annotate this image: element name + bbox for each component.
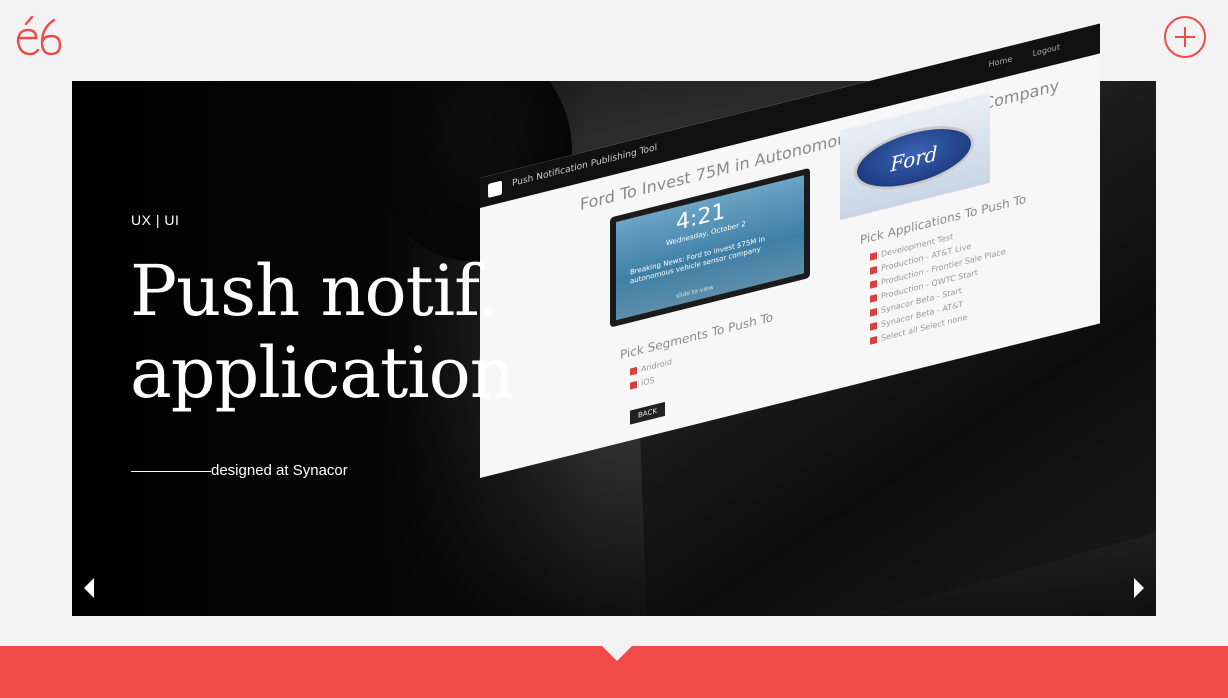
category-label: UX | UI [131,212,180,228]
page-title: Push notif. application [130,250,515,414]
ford-logo-text: Ford [890,140,938,177]
segments-list: Android iOS [630,355,672,393]
down-notch-icon[interactable] [602,646,632,661]
ford-oval: Ford [854,114,974,201]
title-line-1: Push notif. [130,250,499,332]
triangle-right-icon[interactable] [1134,578,1144,598]
plus-circle-icon[interactable] [1164,16,1206,58]
phone-notification: Breaking News: Ford to invest $75M in au… [630,234,765,286]
synacor-logo-icon [488,180,502,199]
credit-text: designed at Synacor [211,462,348,479]
screen-nav: Home Logout [989,42,1060,69]
e6-logo-icon[interactable] [14,14,66,60]
phone-slide: slide to view [676,283,714,301]
screen-back-button: BACK [630,401,665,425]
triangle-left-icon[interactable] [84,578,94,598]
credit-divider [131,471,211,472]
title-line-2: application [130,332,515,414]
screen-nav-home: Home [988,54,1013,70]
screen-nav-logout: Logout [1032,42,1060,59]
